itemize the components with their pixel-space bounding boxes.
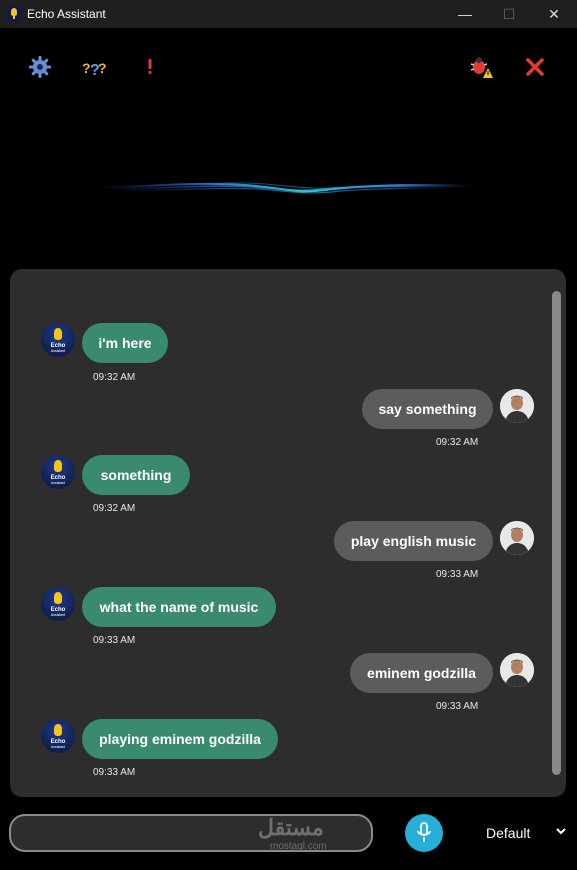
microphone-logo-icon: Echo Assistant	[51, 328, 66, 353]
voice-select[interactable]: Default	[486, 825, 530, 841]
bug-icon	[470, 57, 493, 78]
app-logo-icon	[7, 6, 21, 22]
microphone-logo-icon: Echo Assistant	[51, 724, 66, 749]
bot-avatar: Echo Assistant	[41, 719, 75, 753]
message-timestamp: 09:33 AM	[93, 767, 136, 778]
gear-icon	[29, 56, 51, 78]
microphone-icon	[417, 822, 431, 842]
exclamation-icon	[148, 59, 152, 74]
chat-scrollbar[interactable]	[552, 291, 561, 775]
user-avatar	[500, 653, 534, 687]
voice-waveform	[95, 182, 475, 194]
close-icon	[526, 58, 544, 76]
microphone-button[interactable]	[405, 814, 443, 852]
user-avatar	[500, 521, 534, 555]
window-close-icon: ✕	[548, 5, 560, 22]
message-timestamp: 09:33 AM	[93, 635, 136, 646]
user-message-bubble: say something	[362, 389, 493, 429]
bot-message-bubble: what the name of music	[82, 587, 276, 627]
maximize-button[interactable]: ☐	[486, 0, 532, 28]
message-timestamp: 09:32 AM	[93, 503, 136, 514]
watermark-logo: مستقل	[258, 815, 324, 840]
minimize-icon: —	[458, 6, 472, 22]
microphone-logo-icon: Echo Assistant	[51, 592, 66, 617]
svg-text:Assistant: Assistant	[51, 745, 65, 749]
window-close-button[interactable]: ✕	[531, 0, 577, 28]
user-photo-icon	[500, 389, 534, 423]
help-button[interactable]: ? ? ?	[82, 54, 108, 80]
svg-text:Assistant: Assistant	[51, 349, 65, 353]
bot-message-bubble: i'm here	[82, 323, 168, 363]
close-assistant-button[interactable]	[522, 54, 548, 80]
user-message-bubble: play english music	[334, 521, 493, 561]
message-timestamp: 09:33 AM	[436, 569, 479, 580]
chevron-down-icon[interactable]	[555, 826, 567, 836]
maximize-icon: ☐	[502, 5, 516, 22]
svg-text:Assistant: Assistant	[51, 481, 65, 485]
watermark-url: mostaql.com	[270, 841, 327, 852]
svg-text:Assistant: Assistant	[51, 613, 65, 617]
message-timestamp: 09:32 AM	[436, 437, 479, 448]
bot-avatar: Echo Assistant	[41, 455, 75, 489]
user-photo-icon	[500, 521, 534, 555]
bot-avatar: Echo Assistant	[41, 587, 75, 621]
user-avatar	[500, 389, 534, 423]
microphone-logo-icon: Echo Assistant	[51, 460, 66, 485]
question-icon: ? ? ?	[82, 60, 107, 79]
bot-message-bubble: playing eminem godzilla	[82, 719, 278, 759]
minimize-button[interactable]: —	[442, 0, 488, 28]
alert-button[interactable]	[137, 54, 163, 80]
title-bar: Echo Assistant — ☐ ✕	[0, 0, 577, 28]
bot-avatar: Echo Assistant	[41, 323, 75, 357]
window-title: Echo Assistant	[27, 7, 106, 21]
svg-text:?: ?	[98, 60, 107, 76]
user-photo-icon	[500, 653, 534, 687]
message-timestamp: 09:33 AM	[436, 701, 479, 712]
bot-message-bubble: something	[82, 455, 190, 495]
user-message-bubble: eminem godzilla	[350, 653, 493, 693]
settings-button[interactable]	[27, 54, 53, 80]
message-timestamp: 09:32 AM	[93, 372, 136, 383]
bug-report-button[interactable]	[468, 54, 494, 80]
